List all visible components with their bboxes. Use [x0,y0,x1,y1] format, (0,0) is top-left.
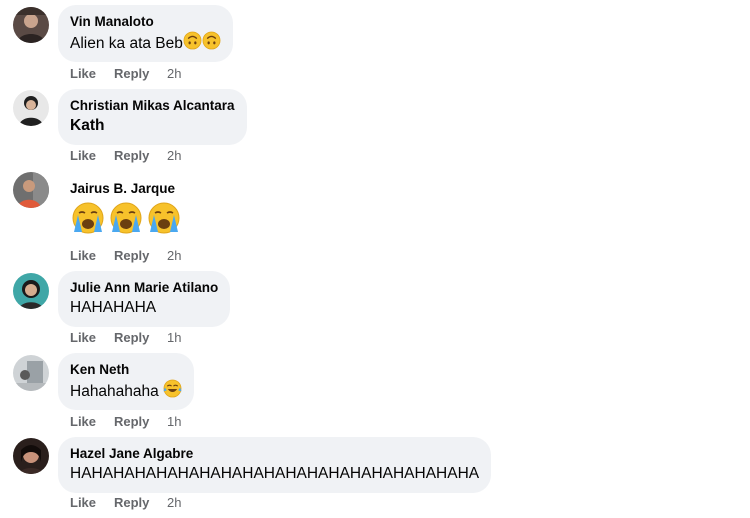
reply-button[interactable]: Reply [114,330,167,346]
timestamp[interactable]: 1h [167,414,181,430]
comment-actions: Like Reply 2h [70,248,181,264]
reply-button[interactable]: Reply [114,148,167,164]
reply-button[interactable]: Reply [114,248,167,264]
comment-emojis [70,198,180,241]
comment-author[interactable]: Jairus B. Jarque [70,180,176,198]
timestamp[interactable]: 2h [167,495,181,511]
timestamp[interactable]: 1h [167,330,181,346]
like-button[interactable]: Like [70,414,114,430]
comment-bubble: Julie Ann Marie Atilano HAHAHAHA [58,271,231,327]
timestamp[interactable]: 2h [167,248,181,264]
reply-button[interactable]: Reply [114,66,167,82]
like-button[interactable]: Like [70,330,114,346]
avatar[interactable] [13,273,49,309]
like-button[interactable]: Like [70,66,114,82]
comment-text: Hahahahaha [70,379,182,404]
avatar[interactable] [13,7,49,43]
loudly-crying-face-emoji-icon [70,200,106,241]
comment-text: HAHAHAHAHAHAHAHAHAHAHAHAHAHAHAHAHAHAHA [70,465,480,482]
comment-author[interactable]: Julie Ann Marie Atilano [70,279,218,297]
tears-of-joy-face-emoji-icon [163,379,182,404]
comment-text: Kath [70,117,105,134]
avatar[interactable] [13,90,49,126]
avatar[interactable] [13,172,49,208]
comment-bubble: Hazel Jane Algabre HAHAHAHAHAHAHAHAHAHAH… [58,437,492,493]
reply-button[interactable]: Reply [114,414,167,430]
avatar[interactable] [13,438,49,474]
comment-text: HAHAHAHA [70,299,157,316]
comment-bubble: Jairus B. Jarque [58,172,188,242]
timestamp[interactable]: 2h [167,148,181,164]
timestamp[interactable]: 2h [167,66,181,82]
like-button[interactable]: Like [70,495,114,511]
avatar[interactable] [13,355,49,391]
comment-bubble: Vin Manaloto Alien ka ata Beb [58,5,233,62]
like-button[interactable]: Like [70,248,114,264]
comment-text: Alien ka ata Beb [70,31,221,56]
loudly-crying-face-emoji-icon [108,200,144,241]
comment-actions: Like Reply 2h [70,148,181,164]
comment-author[interactable]: Christian Mikas Alcantara [70,97,235,115]
comment-text-content: Hahahahaha [70,383,159,400]
comment-bubble: Christian Mikas Alcantara Kath [58,89,247,145]
comment-actions: Like Reply 2h [70,495,181,511]
upside-down-face-emoji-icon [183,31,202,56]
comment-actions: Like Reply 2h [70,66,181,82]
upside-down-face-emoji-icon [202,31,221,56]
comment-author[interactable]: Ken Neth [70,361,182,379]
loudly-crying-face-emoji-icon [146,200,182,241]
comment-author[interactable]: Vin Manaloto [70,13,221,31]
comment-actions: Like Reply 1h [70,330,181,346]
like-button[interactable]: Like [70,148,114,164]
comment-actions: Like Reply 1h [70,414,181,430]
reply-button[interactable]: Reply [114,495,167,511]
comment-bubble: Ken Neth Hahahahaha [58,353,194,410]
comment-text-content: Alien ka ata Beb [70,35,183,52]
comment-author[interactable]: Hazel Jane Algabre [70,445,479,463]
